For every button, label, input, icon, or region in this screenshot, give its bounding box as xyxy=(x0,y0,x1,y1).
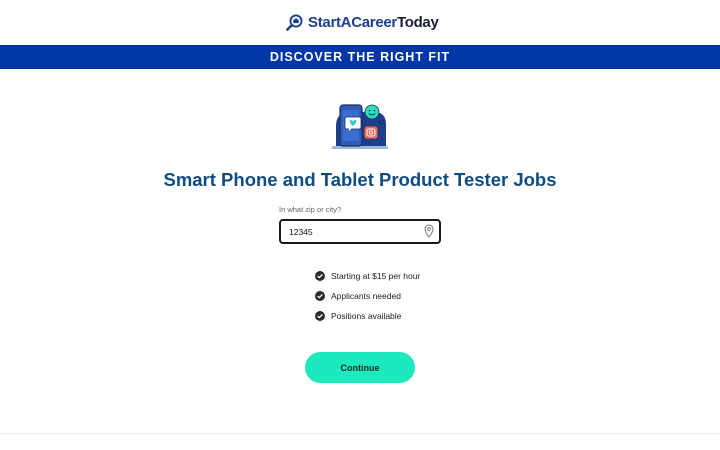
benefit-item: Positions available xyxy=(315,306,420,326)
footer-divider xyxy=(0,433,720,434)
zip-field-label: In what zip or city? xyxy=(279,205,342,214)
continue-button[interactable]: Continue xyxy=(305,352,415,383)
phone-tablet-emoji-illustration xyxy=(332,104,388,149)
zip-input[interactable] xyxy=(289,223,417,240)
benefit-text: Positions available xyxy=(331,311,402,321)
discover-banner: DISCOVER THE RIGHT FIT xyxy=(0,45,720,69)
check-circle-icon xyxy=(315,311,325,321)
check-circle-icon xyxy=(315,291,325,301)
check-circle-icon xyxy=(315,271,325,281)
benefit-text: Applicants needed xyxy=(331,291,401,301)
benefit-item: Applicants needed xyxy=(315,286,420,306)
logo-text: StartACareerToday xyxy=(308,14,439,31)
banner-text: DISCOVER THE RIGHT FIT xyxy=(269,50,451,64)
zip-field-container[interactable] xyxy=(279,219,441,244)
magnifier-briefcase-icon xyxy=(286,14,303,31)
logo-text-today: Today xyxy=(396,13,439,31)
site-logo[interactable]: StartACareerToday xyxy=(286,12,439,32)
logo-text-start: StartACareer xyxy=(308,13,397,31)
page-title: Smart Phone and Tablet Product Tester Jo… xyxy=(163,169,557,190)
benefit-text: Starting at $15 per hour xyxy=(331,271,421,281)
benefit-item: Starting at $15 per hour xyxy=(315,266,420,286)
map-pin-icon xyxy=(424,224,434,238)
benefits-list: Starting at $15 per hour Applicants need… xyxy=(315,266,420,326)
site-header: StartACareerToday xyxy=(0,0,720,44)
